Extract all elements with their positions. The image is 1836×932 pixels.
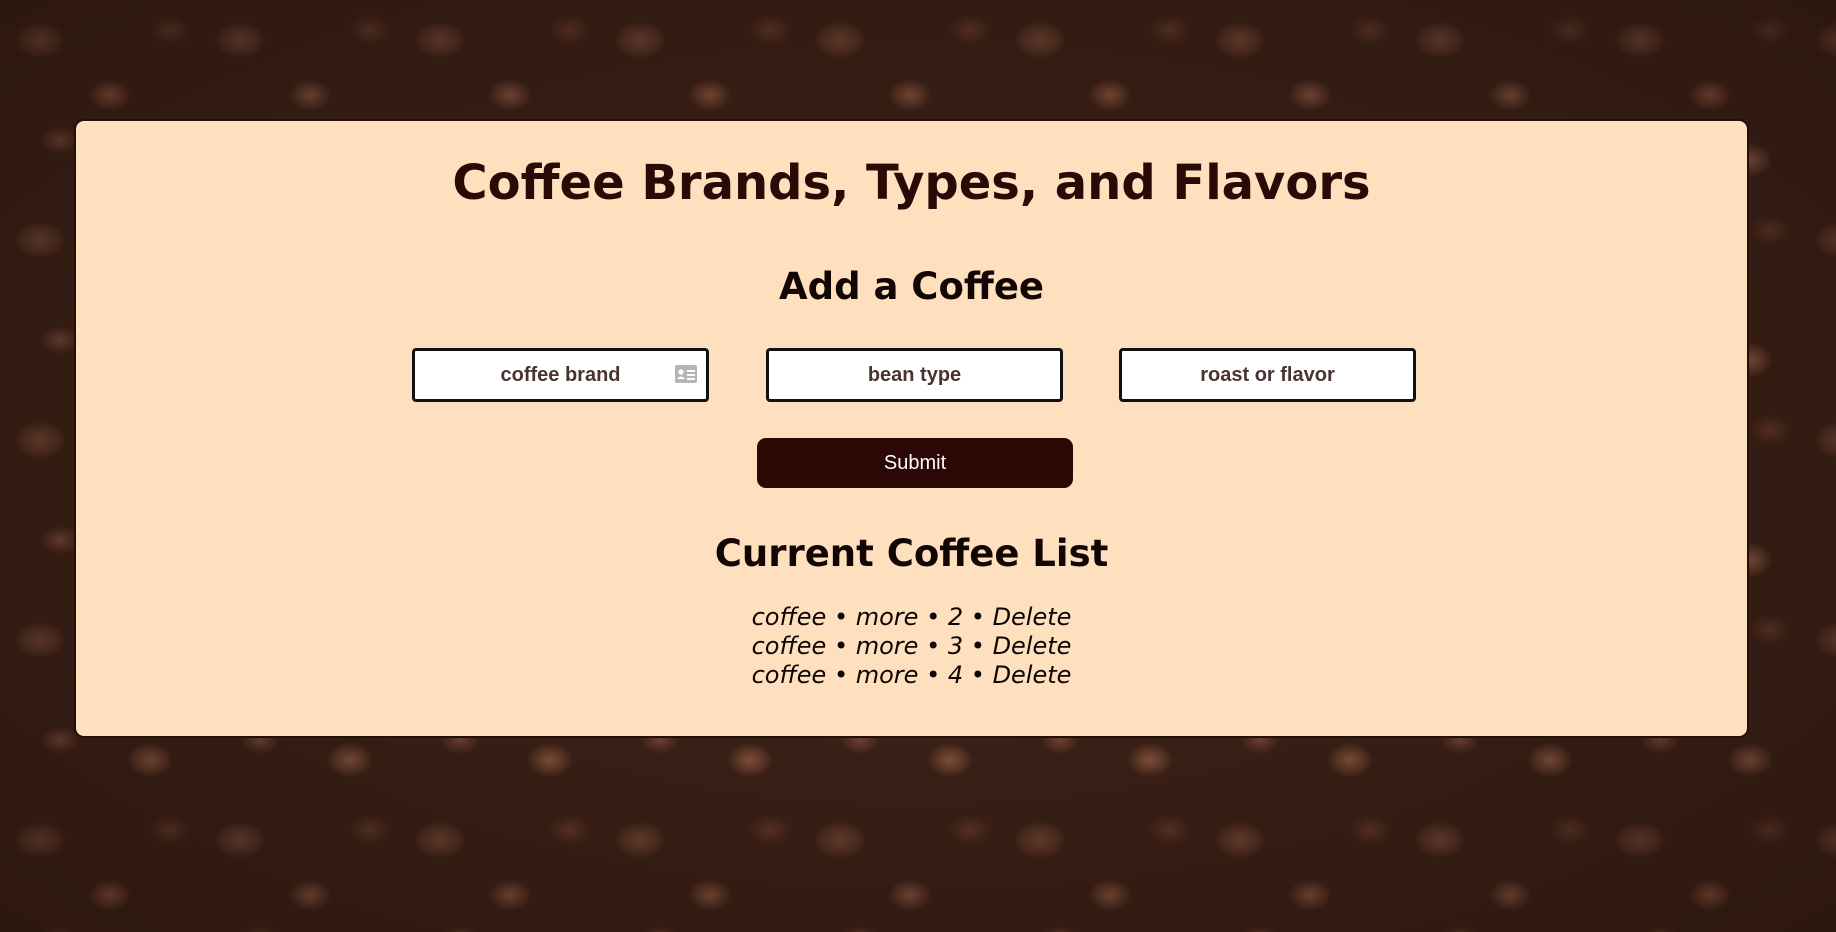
submit-button[interactable]: Submit (757, 438, 1073, 488)
add-coffee-heading: Add a Coffee (778, 265, 1045, 308)
coffee-flavor: 4 (947, 661, 964, 689)
coffee-brand: coffee (751, 661, 827, 689)
separator: • (826, 603, 856, 631)
coffee-brand-input[interactable] (412, 348, 709, 402)
coffee-list-heading: Current Coffee List (714, 532, 1109, 575)
coffee-brand: coffee (751, 603, 827, 631)
coffee-brand: coffee (751, 632, 827, 660)
page-title: Coffee Brands, Types, and Flavors (452, 155, 1371, 211)
separator: • (918, 661, 948, 689)
contact-card-icon[interactable] (674, 363, 698, 385)
coffee-list: coffee • more • 2 • Delete coffee • more… (76, 603, 1747, 690)
list-item: coffee • more • 2 • Delete (76, 603, 1747, 632)
delete-link[interactable]: Delete (993, 632, 1072, 660)
separator: • (826, 632, 856, 660)
bean-type-input[interactable] (766, 348, 1063, 402)
main-card: Coffee Brands, Types, and Flavors Add a … (74, 119, 1749, 738)
separator: • (963, 632, 993, 660)
roast-or-flavor-input[interactable] (1119, 348, 1416, 402)
list-item: coffee • more • 3 • Delete (76, 632, 1747, 661)
delete-link[interactable]: Delete (993, 603, 1072, 631)
separator: • (918, 632, 948, 660)
coffee-type: more (855, 632, 919, 660)
list-item: coffee • more • 4 • Delete (76, 661, 1747, 690)
coffee-flavor: 2 (947, 603, 964, 631)
separator: • (826, 661, 856, 689)
separator: • (963, 603, 993, 631)
coffee-type: more (855, 603, 919, 631)
coffee-flavor: 3 (947, 632, 964, 660)
coffee-type: more (855, 661, 919, 689)
separator: • (918, 603, 948, 631)
separator: • (963, 661, 993, 689)
add-coffee-form (412, 348, 1416, 402)
delete-link[interactable]: Delete (993, 661, 1072, 689)
